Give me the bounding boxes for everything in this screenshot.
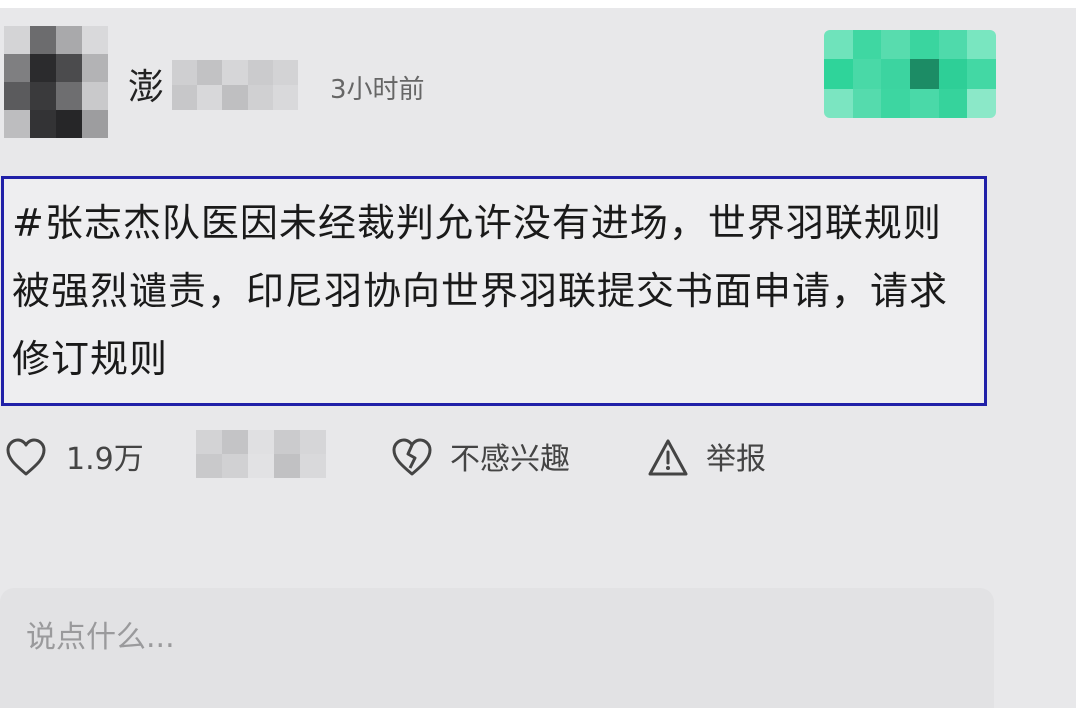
- warning-triangle-icon[interactable]: [646, 436, 690, 480]
- post-card: 澎 3小时前 #张志杰队医因未经裁判允许没有进场，世界羽联规则被强烈谴责，印尼羽…: [0, 0, 1076, 708]
- comment-input[interactable]: 说点什么...: [0, 588, 994, 708]
- heart-outline-icon[interactable]: [4, 436, 48, 480]
- follow-button[interactable]: [824, 30, 996, 118]
- like-count[interactable]: 1.9万: [66, 440, 144, 480]
- post-content-text: #张志杰队医因未经裁判允许没有进场，世界羽联规则被强烈谴责，印尼羽协向世界羽联提…: [12, 201, 949, 381]
- report-label[interactable]: 举报: [706, 440, 766, 480]
- avatar[interactable]: [4, 26, 108, 138]
- obscured-action: [196, 430, 326, 478]
- broken-heart-icon[interactable]: [390, 436, 434, 480]
- author-name-obscured: [172, 60, 298, 110]
- author-name[interactable]: 澎: [128, 64, 165, 112]
- post-time: 3小时前: [330, 75, 425, 105]
- not-interested-label[interactable]: 不感兴趣: [450, 440, 570, 480]
- action-bar: 1.9万 不感兴趣 举报: [0, 430, 1000, 490]
- comment-placeholder: 说点什么...: [26, 620, 175, 655]
- post-content-highlight-frame: #张志杰队医因未经裁判允许没有进场，世界羽联规则被强烈谴责，印尼羽协向世界羽联提…: [1, 176, 987, 406]
- top-strip: [0, 0, 1076, 8]
